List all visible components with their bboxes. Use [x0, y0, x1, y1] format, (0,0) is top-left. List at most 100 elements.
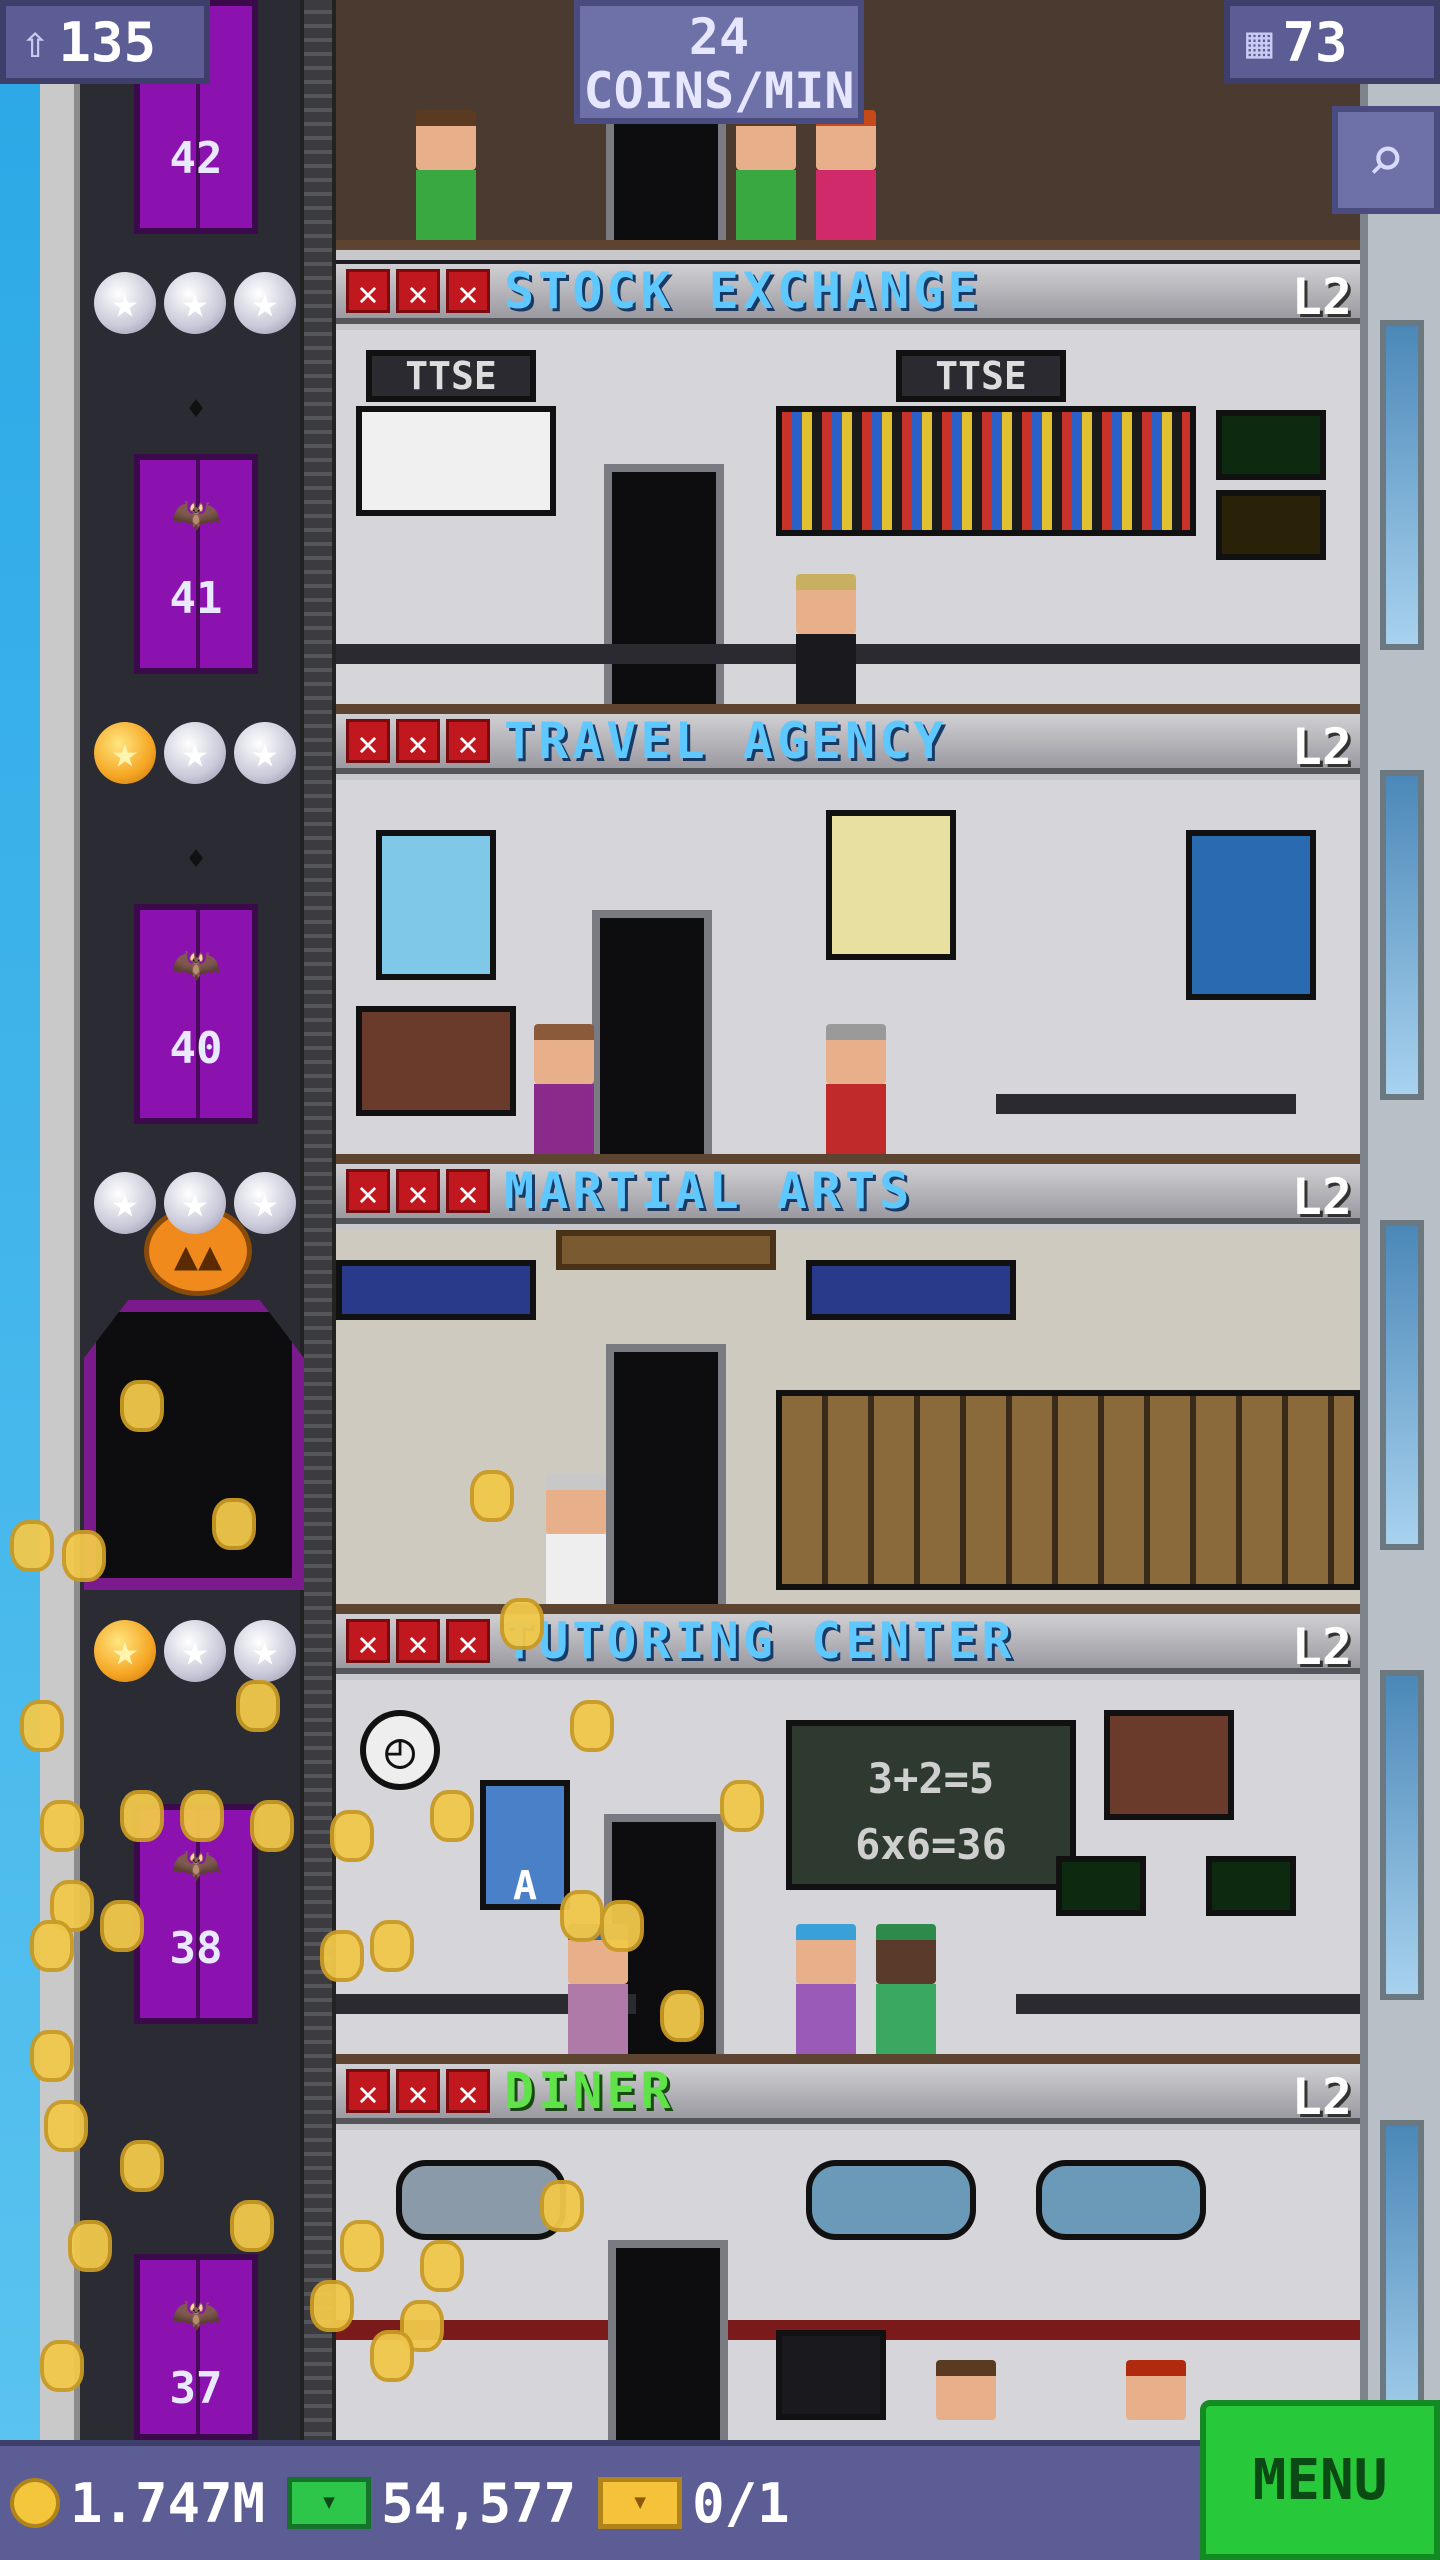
- menu-button[interactable]: MENU: [1200, 2400, 1440, 2560]
- out-of-stock-icon: ✕: [396, 2069, 440, 2114]
- coin-particle: [500, 1598, 544, 1650]
- bat-icon: 🦇: [171, 1842, 221, 1888]
- floor-header[interactable]: ✕ ✕ ✕ MARTIAL ARTS L2: [336, 1162, 1360, 1226]
- apple-poster: A: [480, 1780, 570, 1910]
- coin-particle: [100, 1900, 144, 1952]
- coin-particle: [720, 1780, 764, 1832]
- floor-martial-arts[interactable]: ✕ ✕ ✕ MARTIAL ARTS L2: [336, 1162, 1360, 1614]
- computer-monitor: [1056, 1856, 1146, 1916]
- stock-status: ✕ ✕ ✕: [346, 1169, 490, 1214]
- menu-board: [776, 2330, 886, 2420]
- floor-tutoring-center[interactable]: ✕ ✕ ✕ TUTORING CENTER L2 ◴ A 3+2=5 6x6=3…: [336, 1612, 1360, 2064]
- bux-value: 54,577: [381, 2471, 577, 2535]
- elevator-floor-number: 42: [169, 133, 223, 184]
- star-silver-icon: ★: [164, 272, 226, 334]
- floor-header[interactable]: ✕ ✕ ✕ TUTORING CENTER L2: [336, 1612, 1360, 1676]
- resident[interactable]: [796, 1924, 856, 2054]
- desk: [996, 1094, 1296, 1114]
- ticket-icon: ▾: [598, 2477, 683, 2529]
- floor-header[interactable]: ✕ ✕ ✕ DINER L2: [336, 2062, 1360, 2126]
- coins-per-minute-panel[interactable]: 24 COINS/MIN: [574, 0, 864, 124]
- bat-icon: 🦇: [171, 942, 221, 988]
- coin-particle: [310, 2280, 354, 2332]
- floor-diner[interactable]: ✕ ✕ ✕ DINER L2: [336, 2062, 1360, 2440]
- resident[interactable]: [936, 2360, 996, 2440]
- elevator-car[interactable]: 🦇 40: [134, 904, 258, 1124]
- coins-per-min-value: 24: [688, 8, 750, 66]
- elevator-car[interactable]: 🦇 37: [134, 2254, 258, 2440]
- coin-particle: [340, 2220, 384, 2272]
- stock-status: ✕ ✕ ✕: [346, 1619, 490, 1664]
- resident[interactable]: [826, 1024, 886, 1154]
- building-icon: ▦: [1246, 16, 1273, 68]
- resident[interactable]: [1126, 2360, 1186, 2440]
- out-of-stock-icon: ✕: [346, 1169, 390, 1214]
- floor-name: TUTORING CENTER: [504, 1612, 1016, 1670]
- floor-stock-exchange[interactable]: ✕ ✕ ✕ STOCK EXCHANGE L2 TTSE TTSE: [336, 262, 1360, 714]
- resident[interactable]: [534, 1024, 594, 1154]
- room-door: [592, 910, 712, 1154]
- coin-particle: [370, 1920, 414, 1972]
- brochure-rack: [356, 1006, 516, 1116]
- exchange-sign: TTSE: [366, 350, 536, 402]
- floor-stars: ★ ★ ★: [94, 1620, 304, 1684]
- coin-particle: [320, 1930, 364, 1982]
- floors-value: 73: [1282, 10, 1348, 74]
- bookshelf: [1104, 1710, 1234, 1820]
- zoom-button[interactable]: ⌕: [1332, 106, 1440, 214]
- resident[interactable]: [796, 574, 856, 704]
- travel-poster: [376, 830, 496, 980]
- floor-level: L2: [1291, 268, 1352, 326]
- window: [1380, 770, 1424, 1100]
- elevator-stop-marker: ♦: [186, 842, 206, 877]
- floor-counter[interactable]: ▦ 73: [1224, 0, 1440, 84]
- elevator-car[interactable]: 🦇 41: [134, 454, 258, 674]
- coin-particle: [570, 1700, 614, 1752]
- resident[interactable]: [546, 1474, 606, 1604]
- coin-particle: [540, 2180, 584, 2232]
- floor-header[interactable]: ✕ ✕ ✕ STOCK EXCHANGE L2: [336, 262, 1360, 326]
- floor-name: STOCK EXCHANGE: [504, 262, 982, 320]
- floor-level: L2: [1291, 2068, 1352, 2126]
- coffin-elevator[interactable]: [84, 1300, 304, 1590]
- resident[interactable]: [876, 1924, 936, 2054]
- coin-particle: [370, 2330, 414, 2382]
- window: [1380, 1220, 1424, 1550]
- window: [1380, 320, 1424, 650]
- star-silver-icon: ★: [234, 1620, 296, 1682]
- star-silver-icon: ★: [164, 1172, 226, 1234]
- resident[interactable]: [816, 110, 876, 240]
- monitor: [1216, 410, 1326, 480]
- floor-travel-agency[interactable]: ✕ ✕ ✕ TRAVEL AGENCY L2: [336, 712, 1360, 1164]
- star-silver-icon: ★: [234, 1172, 296, 1234]
- coins-counter[interactable]: 1.747M: [10, 2472, 265, 2535]
- star-gold-icon: ★: [94, 722, 156, 784]
- coins-per-min-label: COINS/MIN: [583, 62, 855, 120]
- resident[interactable]: [416, 110, 476, 240]
- room-interior: [336, 780, 1360, 1164]
- resident[interactable]: [736, 110, 796, 240]
- floor-header[interactable]: ✕ ✕ ✕ TRAVEL AGENCY L2: [336, 712, 1360, 776]
- star-silver-icon: ★: [94, 1172, 156, 1234]
- coin-particle: [420, 2240, 464, 2292]
- dojo-banner: [806, 1260, 1016, 1320]
- coin-particle: [120, 1380, 164, 1432]
- chalkboard: 3+2=5 6x6=36: [786, 1720, 1076, 1890]
- coin-particle: [20, 1700, 64, 1752]
- tickets-counter[interactable]: ▾ 0/1: [598, 2472, 790, 2535]
- out-of-stock-icon: ✕: [446, 719, 490, 764]
- exchange-sign: TTSE: [896, 350, 1066, 402]
- bux-counter[interactable]: ▾ 54,577: [287, 2472, 576, 2535]
- coins-value: 1.747M: [70, 2471, 266, 2535]
- coin-particle: [430, 1790, 474, 1842]
- star-silver-icon: ★: [94, 272, 156, 334]
- clock-icon: ◴: [360, 1710, 440, 1790]
- out-of-stock-icon: ✕: [446, 2069, 490, 2114]
- star-silver-icon: ★: [164, 722, 226, 784]
- stock-chart-screen: [356, 406, 556, 516]
- elevator-floor-number: 37: [169, 2363, 223, 2414]
- out-of-stock-icon: ✕: [346, 1619, 390, 1664]
- bux-icon: ▾: [287, 2477, 372, 2529]
- diner-window: [1036, 2160, 1206, 2240]
- population-counter[interactable]: ⇧ 135: [0, 0, 210, 84]
